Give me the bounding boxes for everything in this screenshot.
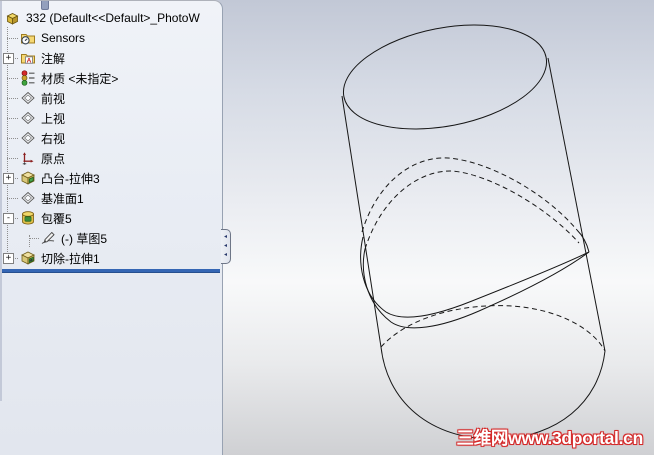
tree-item-label: 前视 (41, 91, 66, 106)
model-edge-silhouette-right[interactable] (547, 57, 606, 352)
tree-item-label: 切除-拉伸1 (41, 251, 100, 266)
plane-icon (20, 110, 36, 126)
tree-item-right-plane[interactable]: 右视 (0, 128, 221, 148)
solidworks-window: 三维网www.3dportal.cn 332 (Default<<Default… (0, 0, 654, 455)
tree-item-sketch5[interactable]: (-) 草图5 (0, 228, 221, 248)
plane-icon (20, 130, 36, 146)
plane-icon (20, 90, 36, 106)
wrap-icon (20, 210, 36, 226)
boss-extrude-icon (20, 170, 36, 186)
sensors-icon (20, 30, 36, 46)
sketch-icon (40, 230, 56, 246)
model-edge-wrap-back-top[interactable] (361, 157, 578, 233)
model-edge-wrap-back-bottom[interactable] (364, 170, 580, 250)
tree-item-cut-extrude1[interactable]: + 切除-拉伸1 (0, 248, 221, 268)
model-edge-wrap-tip[interactable] (576, 229, 590, 253)
tree-item-label: 右视 (41, 131, 66, 146)
panel-collapse-tab[interactable]: ◂ ◂ ◂ (221, 229, 231, 264)
tree-item-label: 材质 <未指定> (41, 71, 119, 86)
expand-icon[interactable]: + (3, 173, 14, 184)
model-edge-silhouette-left[interactable] (341, 95, 382, 348)
tree-item-boss-extrude3[interactable]: + 凸台-拉伸3 (0, 168, 221, 188)
tree-item-front-plane[interactable]: 前视 (0, 88, 221, 108)
collapse-arrow-icon: ◂ (223, 234, 227, 240)
annotations-icon: A (20, 50, 36, 66)
tree-item-label: 上视 (41, 111, 66, 126)
collapse-icon[interactable]: - (3, 213, 14, 224)
expand-icon[interactable]: + (3, 53, 14, 64)
tree-item-material[interactable]: 材质 <未指定> (0, 68, 221, 88)
watermark: 三维网www.3dportal.cn (456, 428, 644, 448)
tree-item-wrap5[interactable]: - 包覆5 (0, 208, 221, 228)
tree-item-label: 注解 (41, 51, 66, 66)
material-icon (20, 70, 36, 86)
tree-item-label: 原点 (41, 151, 66, 166)
origin-icon (20, 150, 36, 166)
model-edge-top-face[interactable] (335, 9, 556, 145)
tree-item-label: Sensors (41, 31, 86, 45)
expand-icon[interactable]: + (3, 253, 14, 264)
rollback-bar[interactable] (2, 269, 220, 273)
tree-item-sensors[interactable]: Sensors (0, 28, 221, 48)
plane-icon (20, 190, 36, 206)
cut-extrude-icon (20, 250, 36, 266)
tree-item-label: 包覆5 (41, 211, 72, 226)
collapse-arrow-icon: ◂ (223, 243, 227, 249)
svg-text:A: A (27, 57, 32, 64)
tree-item-top-plane[interactable]: 上视 (0, 108, 221, 128)
collapse-arrow-icon: ◂ (223, 252, 227, 258)
feature-manager-panel: 332 (Default<<Default>_PhotoW Sensors + (0, 0, 231, 455)
tree-item-label: 基准面1 (41, 191, 84, 206)
tree-item-origin[interactable]: 原点 (0, 148, 221, 168)
tree-item-label: (-) 草图5 (61, 231, 107, 246)
feature-tree: 332 (Default<<Default>_PhotoW Sensors + (0, 8, 221, 268)
tree-item-label: 凸台-拉伸3 (41, 171, 100, 186)
tree-item-annotations[interactable]: + A 注解 (0, 48, 221, 68)
model-edge-wrap-front-top[interactable] (360, 236, 590, 318)
tree-item-label: 332 (Default<<Default>_PhotoW (26, 11, 200, 25)
tree-item-plane1[interactable]: 基准面1 (0, 188, 221, 208)
part-icon (4, 10, 21, 26)
tree-item-part-root[interactable]: 332 (Default<<Default>_PhotoW (0, 8, 221, 28)
